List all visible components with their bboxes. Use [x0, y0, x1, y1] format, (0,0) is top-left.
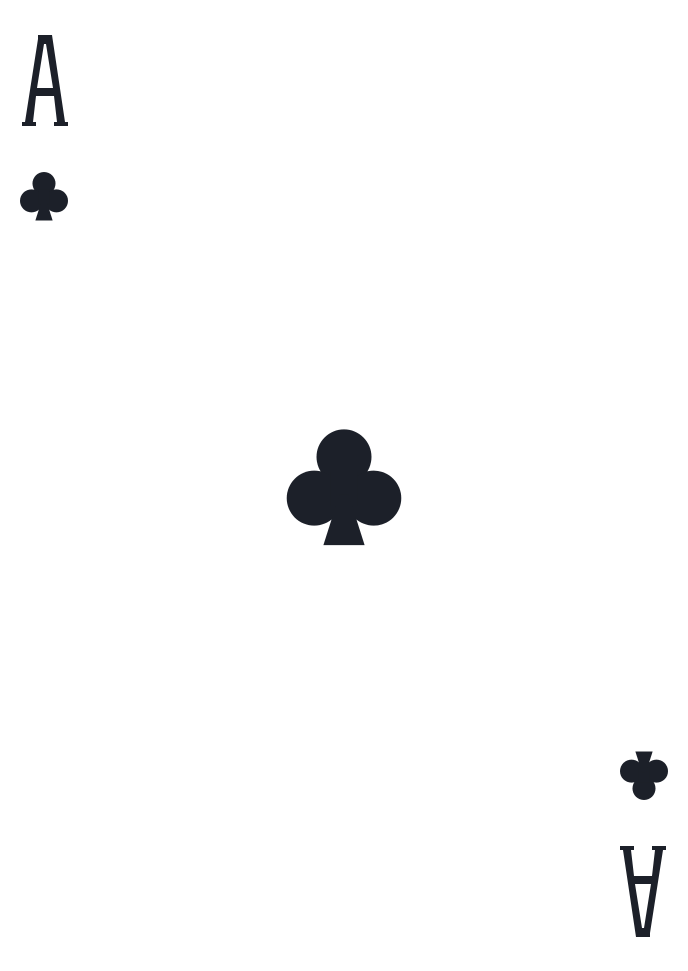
rank-label-bottom-right: A [616, 842, 672, 942]
playing-card: A A [0, 0, 688, 971]
corner-index-bottom-right: A [616, 742, 672, 942]
club-icon [286, 429, 402, 546]
club-icon [620, 751, 668, 800]
rank-label-top-left: A [16, 30, 72, 130]
club-icon [20, 172, 68, 221]
corner-index-top-left: A [16, 30, 72, 230]
